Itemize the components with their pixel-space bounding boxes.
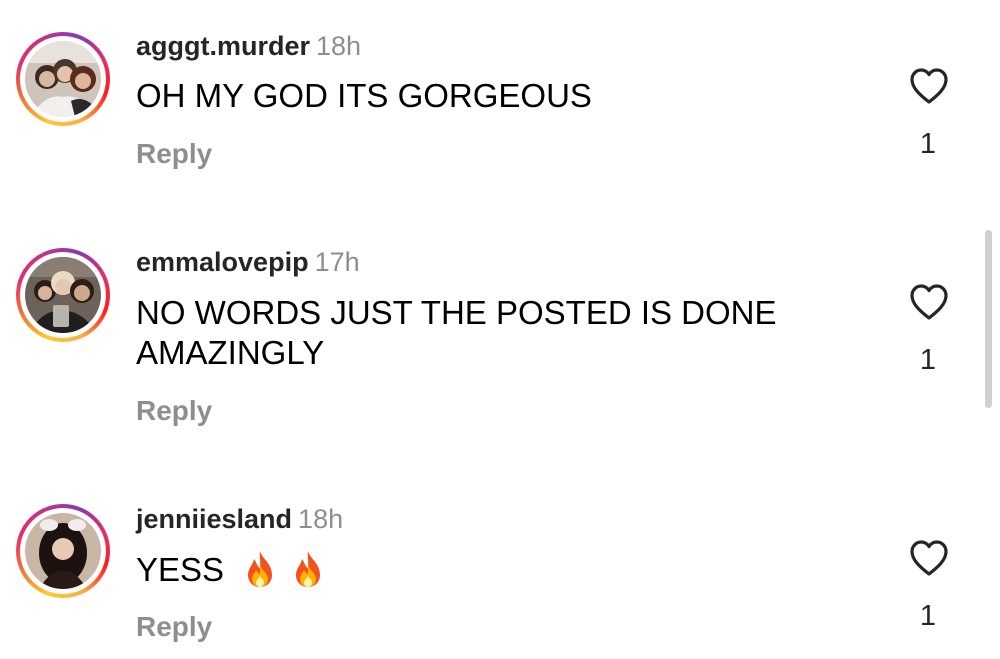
username-link[interactable]: jenniiesland xyxy=(136,504,292,534)
fire-emoji xyxy=(248,551,273,587)
like-count: 1 xyxy=(919,600,937,632)
heart-outline-icon[interactable] xyxy=(908,66,950,106)
username-link[interactable]: emmalovepip xyxy=(136,247,309,277)
avatar-photo xyxy=(25,41,101,117)
comment-text-label: YESS xyxy=(136,551,225,588)
reply-button[interactable]: Reply xyxy=(136,395,212,427)
avatar[interactable] xyxy=(16,32,110,126)
comment-meta: jenniiesland 18h xyxy=(136,503,343,535)
heart-outline-icon[interactable] xyxy=(908,538,950,578)
avatar-photo xyxy=(25,257,101,333)
avatar-photo xyxy=(25,513,101,589)
comment-meta: emmalovepip 17h xyxy=(136,246,360,278)
comment-time: 18h xyxy=(316,31,362,61)
comment-text: OH MY GOD ITS GORGEOUS xyxy=(136,77,592,114)
username-link[interactable]: agggt.murder xyxy=(136,31,310,61)
scrollbar[interactable] xyxy=(985,230,992,408)
avatar[interactable] xyxy=(16,504,110,598)
heart-outline-icon[interactable] xyxy=(908,282,950,322)
like-count: 1 xyxy=(919,128,937,160)
fire-emoji xyxy=(296,551,321,587)
comment-text: NO WORDS JUST THE POSTED IS DONE AMAZING… xyxy=(136,294,777,371)
comment-time: 17h xyxy=(314,247,360,277)
reply-button[interactable]: Reply xyxy=(136,138,212,170)
reply-button[interactable]: Reply xyxy=(136,611,212,643)
comment-time: 18h xyxy=(298,504,344,534)
comment-text: YESS xyxy=(136,549,856,590)
comment-meta: agggt.murder 18h xyxy=(136,30,361,62)
like-count: 1 xyxy=(919,344,937,376)
avatar[interactable] xyxy=(16,248,110,342)
